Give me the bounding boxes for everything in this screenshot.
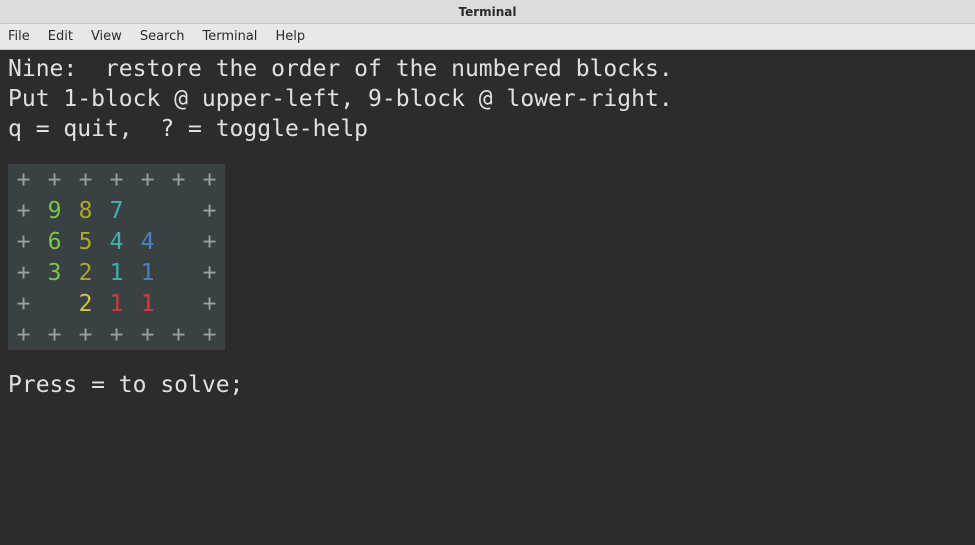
grid-border-cell: + [132,164,163,195]
prompt-line: Press = to solve; [8,370,975,400]
grid-border-cell: + [8,195,39,226]
grid-border-cell: + [70,319,101,350]
grid-empty-cell [163,288,194,319]
help-line-2: Put 1-block @ upper-left, 9-block @ lowe… [8,84,975,114]
grid-border-cell: + [8,319,39,350]
grid-border-cell: + [163,319,194,350]
grid-number-cell: 1 [101,288,132,319]
grid-row: +6544 + [8,226,225,257]
grid-border-cell: + [70,164,101,195]
grid-number-cell: 1 [132,257,163,288]
grid-border-cell: + [194,319,225,350]
window-title: Terminal [458,5,516,19]
grid-number-cell: 6 [39,226,70,257]
grid-row: +++++++ [8,319,225,350]
menubar: File Edit View Search Terminal Help [0,24,975,50]
grid-number-cell: 3 [39,257,70,288]
grid-row: +211 + [8,288,225,319]
menu-edit[interactable]: Edit [48,29,73,44]
grid-row: +987 + [8,195,225,226]
grid-number-cell: 9 [39,195,70,226]
grid-border-cell: + [194,195,225,226]
grid-number-cell: 2 [70,288,101,319]
menu-help[interactable]: Help [275,29,305,44]
grid-border-cell: + [39,319,70,350]
grid-border-cell: + [8,226,39,257]
terminal-area[interactable]: Nine: restore the order of the numbered … [0,50,975,545]
grid-number-cell: 1 [101,257,132,288]
grid-row: +++++++ [8,164,225,195]
window-titlebar: Terminal [0,0,975,24]
grid-row: +3211 + [8,257,225,288]
grid-number-cell: 5 [70,226,101,257]
menu-file[interactable]: File [8,29,30,44]
grid-border-cell: + [132,319,163,350]
help-line-3: q = quit, ? = toggle-help [8,114,975,144]
grid-border-cell: + [101,164,132,195]
grid-number-cell: 8 [70,195,101,226]
grid-border-cell: + [194,288,225,319]
menu-view[interactable]: View [91,29,122,44]
grid-number-cell: 7 [101,195,132,226]
grid-border-cell: + [101,319,132,350]
grid-number-cell: 4 [132,226,163,257]
grid-empty-cell [163,226,194,257]
grid-empty-cell [39,288,70,319]
grid-number-cell: 4 [101,226,132,257]
grid-border-cell: + [194,226,225,257]
grid-border-cell: + [163,164,194,195]
grid-empty-cell [163,195,194,226]
grid-empty-cell [132,195,163,226]
grid-border-cell: + [39,164,70,195]
grid-number-cell: 2 [70,257,101,288]
grid-border-cell: + [8,257,39,288]
grid-border-cell: + [8,164,39,195]
grid-border-cell: + [194,164,225,195]
grid-border-cell: + [194,257,225,288]
help-line-1: Nine: restore the order of the numbered … [8,54,975,84]
grid-border-cell: + [8,288,39,319]
grid-empty-cell [163,257,194,288]
grid-number-cell: 1 [132,288,163,319]
menu-terminal[interactable]: Terminal [202,29,257,44]
puzzle-grid: ++++++++987++6544++3211++211++++++++ [8,164,225,350]
menu-search[interactable]: Search [140,29,185,44]
